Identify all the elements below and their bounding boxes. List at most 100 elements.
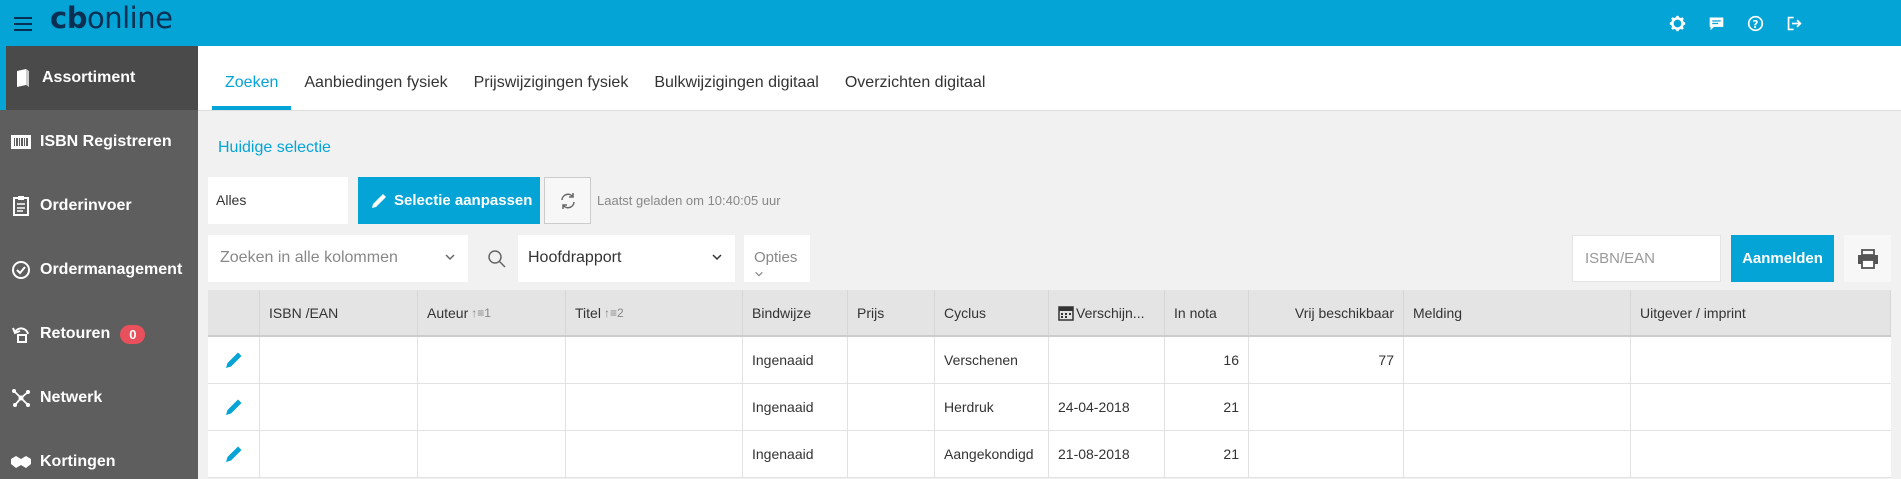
header-vrij-beschikbaar[interactable]: Vrij beschikbaar [1249, 290, 1404, 335]
tab-bulkwijzigingen-digitaal[interactable]: Bulkwijzigingen digitaal [641, 46, 832, 110]
cell-bindwijze: Ingenaaid [743, 337, 848, 383]
sidebar-item-isbn-registreren[interactable]: ISBN Registreren [0, 110, 198, 174]
barcode-icon [10, 131, 32, 153]
cell-titel [566, 431, 743, 477]
search-icon [488, 249, 506, 268]
header-auteur[interactable]: Auteur ↑≡1 [418, 290, 566, 335]
chevron-down-icon [712, 254, 722, 261]
header-bindwijze[interactable]: Bindwijze [743, 290, 848, 335]
pencil-icon [225, 446, 241, 462]
cell-in-nota: 16 [1165, 337, 1249, 383]
cell-auteur [418, 431, 566, 477]
settings-icon[interactable] [1666, 12, 1689, 35]
chevron-down-icon [755, 271, 763, 277]
sidebar-item-kortingen[interactable]: Kortingen [0, 430, 198, 479]
refresh-icon [560, 192, 575, 209]
tab-zoeken[interactable]: Zoeken [212, 46, 292, 110]
search-placeholder: Zoeken in alle kolommen [220, 249, 398, 266]
header-auteur-label: Auteur [427, 304, 469, 321]
cell-verschijning [1049, 337, 1165, 383]
header-verschijning-label: Verschijn... [1076, 304, 1145, 321]
logout-icon[interactable] [1783, 12, 1806, 35]
cell-prijs [848, 431, 935, 477]
selection-scope: Alles [208, 177, 348, 224]
cell-vrij-beschikbaar: 77 [1249, 337, 1404, 383]
printer-icon [1857, 248, 1878, 269]
search-button[interactable] [478, 235, 516, 282]
help-icon[interactable]: ? [1744, 12, 1767, 35]
header-prijs[interactable]: Prijs [848, 290, 935, 335]
sidebar-item-netwerk[interactable]: Netwerk [0, 366, 198, 430]
edit-selection-label: Selectie aanpassen [394, 192, 533, 209]
cell-in-nota: 21 [1165, 384, 1249, 430]
edit-selection-button[interactable]: Selectie aanpassen [358, 177, 540, 224]
cell-in-nota: 21 [1165, 431, 1249, 477]
sidebar-item-label: Netwerk [40, 389, 103, 406]
cell-cyclus: Aangekondigd [935, 431, 1049, 477]
last-loaded-text: Laatst geladen om 10:40:05 uur [597, 193, 781, 208]
cell-auteur [418, 337, 566, 383]
network-icon [10, 387, 32, 409]
chat-icon[interactable] [1705, 12, 1728, 35]
tab-overzichten-digitaal[interactable]: Overzichten digitaal [832, 46, 999, 110]
calendar-icon [1058, 305, 1074, 321]
header-titel[interactable]: Titel ↑≡2 [566, 290, 743, 335]
cell-cyclus: Verschenen [935, 337, 1049, 383]
sidebar-item-ordermanagement[interactable]: Ordermanagement [0, 238, 198, 302]
cell-titel [566, 337, 743, 383]
cell-verschijning: 21-08-2018 [1049, 431, 1165, 477]
header-verschijning[interactable]: Verschijn... [1049, 290, 1165, 335]
isbn-ean-input[interactable]: ISBN/EAN [1572, 235, 1721, 282]
current-selection-link[interactable]: Huidige selectie [218, 139, 331, 157]
return-icon [10, 323, 32, 345]
edit-row-button[interactable] [208, 337, 260, 383]
cell-isbn [260, 337, 418, 383]
cell-isbn [260, 384, 418, 430]
handshake-icon [10, 451, 32, 473]
header-uitgever[interactable]: Uitgever / imprint [1631, 290, 1891, 335]
report-select[interactable]: Hoofdrapport [518, 235, 735, 282]
retouren-count-badge: 0 [120, 324, 146, 344]
table-header: ISBN /EAN Auteur ↑≡1 Titel ↑≡2 Bindwijze P… [208, 290, 1891, 337]
tab-prijswijzigingen-fysiek[interactable]: Prijswijzigingen fysiek [461, 46, 642, 110]
results-table: ISBN /EAN Auteur ↑≡1 Titel ↑≡2 Bindwijze P… [208, 290, 1891, 478]
report-select-value: Hoofdrapport [528, 249, 622, 266]
cell-melding [1404, 337, 1631, 383]
app-logo[interactable]: cbonline [50, 1, 173, 35]
print-button[interactable] [1844, 235, 1891, 282]
edit-row-button[interactable] [208, 384, 260, 430]
cell-bindwijze: Ingenaaid [743, 431, 848, 477]
svg-text:?: ? [1753, 20, 1759, 31]
header-in-nota[interactable]: In nota [1165, 290, 1249, 335]
table-row: Ingenaaid Aangekondigd 21-08-2018 21 [208, 431, 1891, 478]
cell-prijs [848, 384, 935, 430]
cell-cyclus: Herdruk [935, 384, 1049, 430]
tab-aanbiedingen-fysiek[interactable]: Aanbiedingen fysiek [291, 46, 460, 110]
sidebar-item-orderinvoer[interactable]: Orderinvoer [0, 174, 198, 238]
sidebar-item-label: Retouren [40, 325, 111, 342]
register-button[interactable]: Aanmelden [1731, 235, 1834, 282]
edit-row-button[interactable] [208, 431, 260, 477]
header-edit [208, 290, 260, 335]
sort-asc-icon: ↑≡1 [471, 305, 491, 320]
refresh-button[interactable] [544, 177, 591, 224]
top-bar: cbonline ? [0, 0, 1901, 46]
check-circle-icon [10, 259, 32, 281]
hamburger-menu-icon[interactable] [14, 13, 32, 33]
book-icon [12, 67, 34, 89]
table-row: Ingenaaid Verschenen 16 77 [208, 337, 1891, 384]
sidebar-item-label: Orderinvoer [40, 197, 132, 214]
cell-melding [1404, 384, 1631, 430]
cell-uitgever [1631, 337, 1891, 383]
header-isbn[interactable]: ISBN /EAN [260, 290, 418, 335]
options-dropdown[interactable]: Opties [744, 235, 810, 282]
sidebar-item-label: Ordermanagement [40, 261, 183, 278]
sidebar-item-label: Assortiment [42, 69, 136, 86]
header-cyclus[interactable]: Cyclus [935, 290, 1049, 335]
table-row: Ingenaaid Herdruk 24-04-2018 21 [208, 384, 1891, 431]
sidebar-item-retouren[interactable]: Retouren 0 [0, 302, 198, 366]
cell-verschijning: 24-04-2018 [1049, 384, 1165, 430]
search-all-columns-input[interactable]: Zoeken in alle kolommen [208, 235, 468, 282]
sidebar-item-assortiment[interactable]: Assortiment [0, 46, 198, 110]
header-melding[interactable]: Melding [1404, 290, 1631, 335]
